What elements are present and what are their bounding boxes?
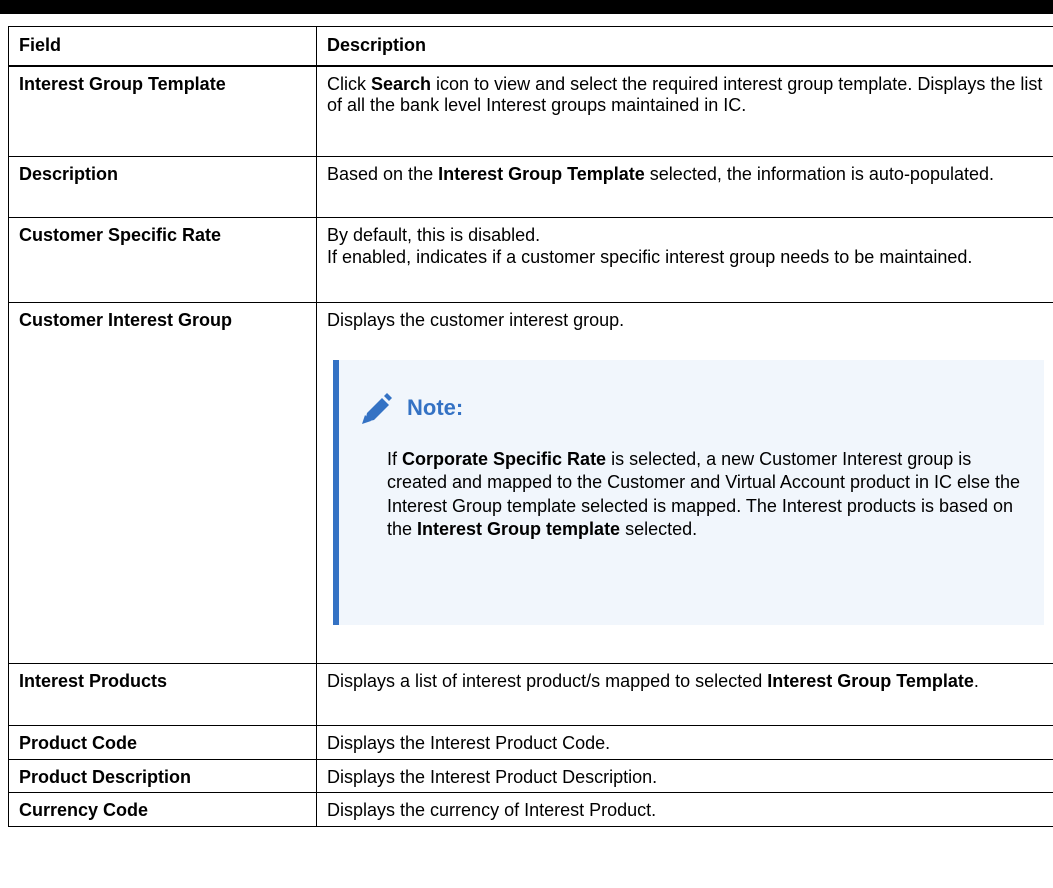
description-text: selected, the information is auto-popula… bbox=[644, 164, 995, 184]
table-row: Customer Specific Rate By default, this … bbox=[8, 217, 1053, 303]
field-cell: Interest Group Template bbox=[8, 65, 317, 157]
field-cell: Product Code bbox=[8, 725, 317, 760]
description-line: If enabled, indicates if a customer spec… bbox=[327, 246, 973, 267]
description-bold: Interest Group Template bbox=[767, 671, 974, 691]
note-bold: Corporate Specific Rate bbox=[402, 448, 607, 469]
top-rule bbox=[0, 0, 1053, 14]
field-cell: Currency Code bbox=[8, 792, 317, 827]
note-title: Note: bbox=[407, 394, 464, 420]
description-cell: Displays the Interest Product Descriptio… bbox=[316, 758, 1053, 793]
description-cell: Displays the currency of Interest Produc… bbox=[316, 792, 1053, 827]
description-bold: Interest Group Template bbox=[438, 164, 645, 184]
description-line: By default, this is disabled. bbox=[327, 225, 541, 245]
description-cell: Displays the customer interest group. No… bbox=[316, 302, 1053, 664]
header-field: Field bbox=[8, 26, 317, 66]
field-cell: Customer Interest Group bbox=[8, 302, 317, 664]
description-text: Click bbox=[327, 73, 371, 94]
table-row: Currency Code Displays the currency of I… bbox=[8, 792, 1053, 827]
description-cell: Displays the Interest Product Code. bbox=[316, 725, 1053, 760]
table-header-row: Field Description bbox=[8, 26, 1053, 66]
field-cell: Description bbox=[8, 156, 317, 218]
description-text: icon to view and select the required int… bbox=[327, 73, 1043, 116]
description-cell: Click Search icon to view and select the… bbox=[316, 65, 1053, 157]
field-cell: Customer Specific Rate bbox=[8, 217, 317, 303]
note-body: If Corporate Specific Rate is selected, … bbox=[387, 448, 1028, 542]
header-description: Description bbox=[316, 26, 1053, 66]
note-callout: Note: If Corporate Specific Rate is sele… bbox=[333, 359, 1044, 625]
table-row: Product Code Displays the Interest Produ… bbox=[8, 725, 1053, 760]
table-row: Interest Products Displays a list of int… bbox=[8, 663, 1053, 726]
table-row: Interest Group Template Click Search ico… bbox=[8, 65, 1053, 157]
pencil-icon bbox=[362, 392, 392, 424]
description-text: Displays a list of interest product/s ma… bbox=[327, 671, 768, 691]
note-text: If bbox=[387, 448, 403, 469]
description-cell: Based on the Interest Group Template sel… bbox=[316, 156, 1053, 218]
table-row: Description Based on the Interest Group … bbox=[8, 156, 1053, 218]
table-row: Product Description Displays the Interes… bbox=[8, 758, 1053, 793]
description-bold: Search bbox=[371, 73, 432, 94]
description-cell: By default, this is disabled. If enabled,… bbox=[316, 217, 1053, 303]
field-cell: Product Description bbox=[8, 758, 317, 793]
field-cell: Interest Products bbox=[8, 663, 317, 726]
field-description-table: Field Description Interest Group Templat… bbox=[8, 26, 1053, 827]
description-text: . bbox=[973, 671, 979, 691]
description-cell: Displays a list of interest product/s ma… bbox=[316, 663, 1053, 726]
description-text: Based on the bbox=[327, 164, 439, 184]
note-bold: Interest Group template bbox=[417, 519, 621, 539]
description-text: Displays the customer interest group. bbox=[327, 310, 625, 330]
note-header: Note: bbox=[359, 386, 1028, 430]
table-row: Customer Interest Group Displays the cus… bbox=[8, 302, 1053, 664]
note-text: selected. bbox=[620, 519, 698, 539]
